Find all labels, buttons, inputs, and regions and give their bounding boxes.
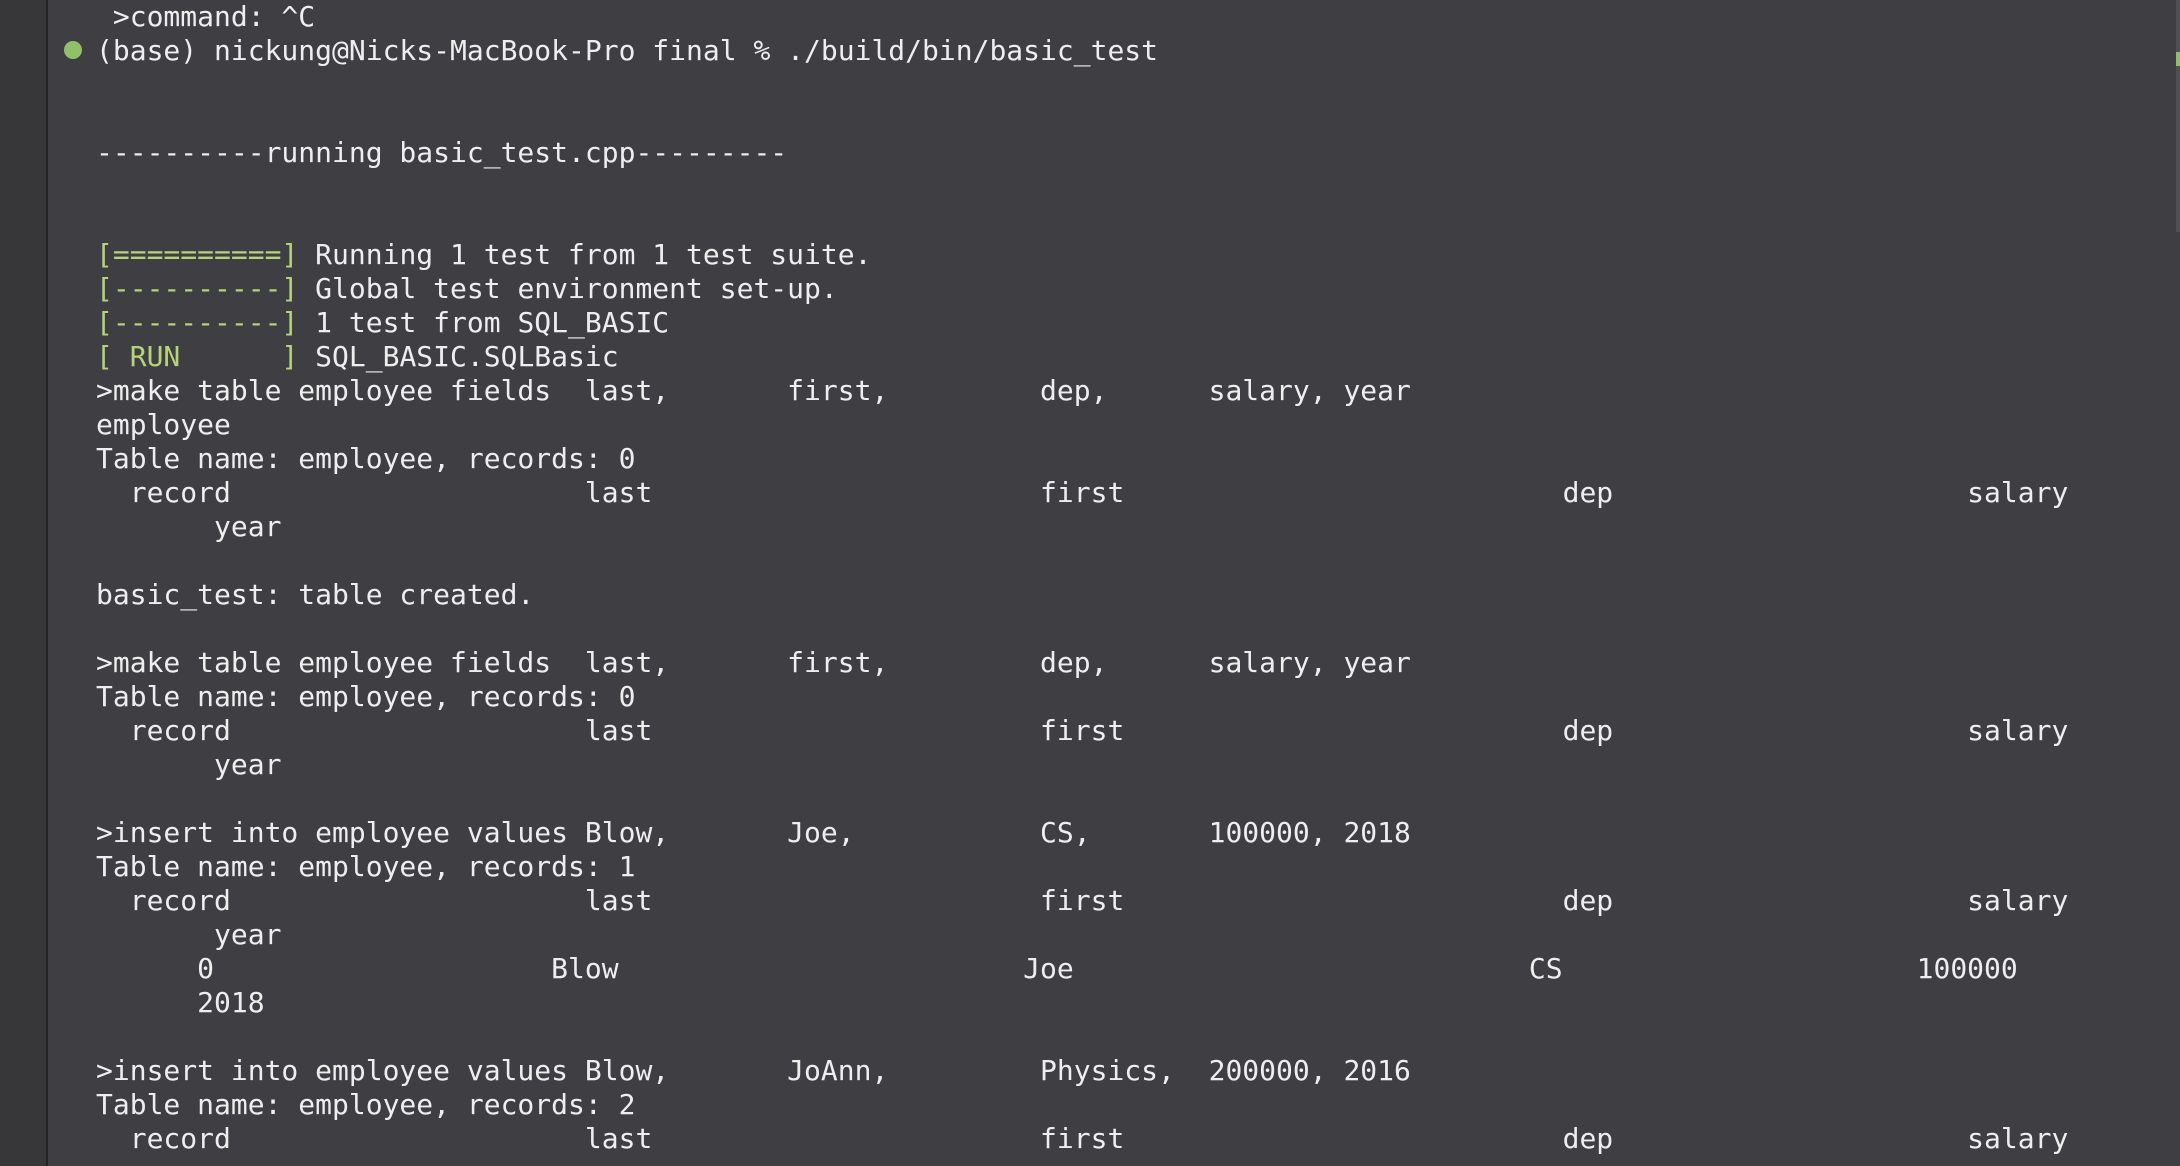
terminal-line-text: year [96, 918, 282, 951]
terminal-line-text: (base) nickung@Nicks-MacBook-Pro final %… [96, 34, 1159, 67]
terminal-line-text: Table name: employee, records: 0 [96, 680, 636, 713]
terminal-window[interactable]: >command: ^C (base) nickung@Nicks-MacBook… [0, 0, 2180, 1166]
terminal-gutter [0, 0, 48, 1166]
scrollbar-marker[interactable] [2176, 52, 2180, 66]
terminal-line-text: SQL_BASIC.SQLBasic [298, 340, 619, 373]
terminal-line-text: 1 test from SQL_BASIC [298, 306, 670, 339]
terminal-line: employee [96, 408, 231, 442]
terminal-line: record last first dep salary [96, 714, 2069, 748]
terminal-line: 0 Blow Joe CS 100000 [96, 952, 2018, 986]
terminal-line: Table name: employee, records: 0 [96, 442, 635, 476]
terminal-line: basic_test: table created. [96, 578, 534, 612]
scrollbar-track[interactable] [2176, 0, 2180, 232]
terminal-line-text: Table name: employee, records: 1 [96, 850, 636, 883]
terminal-line-text: Table name: employee, records: 0 [96, 442, 636, 475]
terminal-line-text: year [96, 748, 282, 781]
terminal-line-text: record last first dep salary [96, 1122, 2069, 1155]
terminal-line-text: >make table employee fields last, first,… [96, 374, 1411, 407]
terminal-line-text: year [96, 510, 282, 543]
terminal-line: Table name: employee, records: 0 [96, 680, 635, 714]
terminal-line-text: record last first dep salary [96, 714, 2069, 747]
terminal-line: ----------running basic_test.cpp--------… [96, 136, 787, 170]
terminal-line: Table name: employee, records: 2 [96, 1088, 635, 1122]
terminal-output[interactable]: >command: ^C (base) nickung@Nicks-MacBook… [96, 0, 2180, 1166]
terminal-line: Table name: employee, records: 1 [96, 850, 635, 884]
terminal-line-text: >command: ^C [96, 0, 316, 33]
terminal-line-text: >make table employee fields last, first,… [96, 646, 1411, 679]
terminal-line: 2018 [96, 986, 265, 1020]
terminal-line-text: ----------running basic_test.cpp--------… [96, 136, 788, 169]
terminal-line: year [96, 510, 281, 544]
terminal-line-text: Table name: employee, records: 2 [96, 1088, 636, 1121]
terminal-line-text: Global test environment set-up. [298, 272, 838, 305]
terminal-line-text: >insert into employee values Blow, Joe, … [96, 816, 1411, 849]
terminal-line: year [96, 748, 281, 782]
terminal-line: [----------] Global test environment set… [96, 272, 838, 306]
terminal-line-text: employee [96, 408, 231, 441]
terminal-line-text: >insert into employee values Blow, JoAnn… [96, 1054, 1411, 1087]
terminal-line-text: 0 Blow Joe CS 100000 [96, 952, 2018, 985]
command-status-dot-icon [64, 41, 82, 59]
terminal-line: >make table employee fields last, first,… [96, 646, 1411, 680]
terminal-line: [----------] 1 test from SQL_BASIC [96, 306, 669, 340]
terminal-line-text: year [96, 1156, 281, 1166]
terminal-line: record last first dep salary [96, 476, 2069, 510]
terminal-line-text: basic_test: table created. [96, 578, 535, 611]
terminal-line: [ RUN ] SQL_BASIC.SQLBasic [96, 340, 619, 374]
terminal-line: >command: ^C [96, 0, 315, 34]
terminal-line: record last first dep salary [96, 1122, 2069, 1156]
gtest-status-tag: [----------] [96, 306, 299, 339]
terminal-line: >make table employee fields last, first,… [96, 374, 1411, 408]
terminal-line-text: record last first dep salary [96, 476, 2069, 509]
terminal-line: year [96, 918, 281, 952]
terminal-line-text: 2018 [96, 986, 265, 1019]
gtest-status-tag: [----------] [96, 272, 299, 305]
terminal-line-text: record last first dep salary [96, 884, 2069, 917]
gtest-status-tag: [==========] [96, 238, 299, 271]
gtest-status-tag: [ RUN ] [96, 340, 299, 373]
terminal-line: year [96, 1156, 281, 1166]
terminal-line: [==========] Running 1 test from 1 test … [96, 238, 871, 272]
terminal-line: >insert into employee values Blow, JoAnn… [96, 1054, 1411, 1088]
terminal-line: (base) nickung@Nicks-MacBook-Pro final %… [96, 34, 1158, 68]
terminal-line: record last first dep salary [96, 884, 2069, 918]
terminal-line: >insert into employee values Blow, Joe, … [96, 816, 1411, 850]
terminal-line-text: Running 1 test from 1 test suite. [298, 238, 872, 271]
